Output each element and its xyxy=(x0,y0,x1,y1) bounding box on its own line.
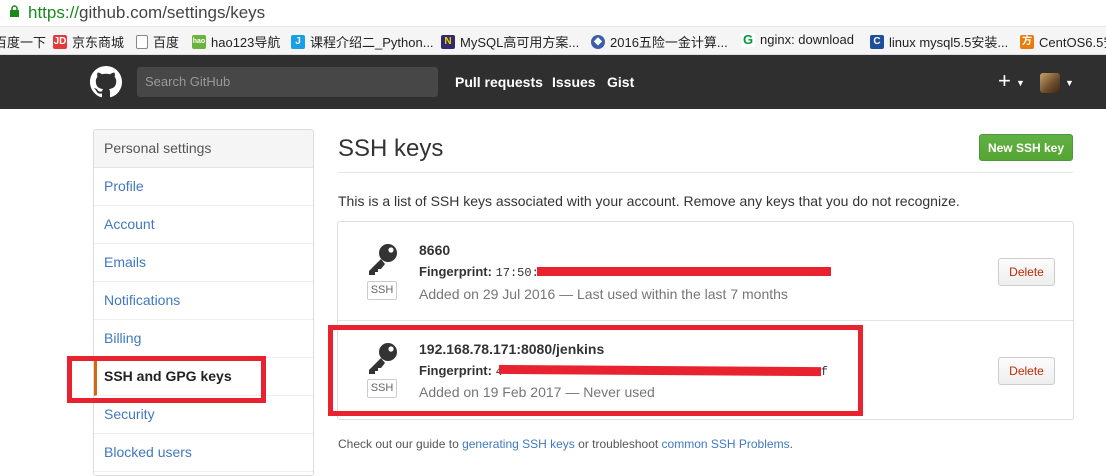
mysql-icon: N xyxy=(441,34,455,49)
key-added-info: Added on 29 Jul 2016 — Last used within … xyxy=(419,286,788,302)
annotation-highlight-box xyxy=(328,325,863,416)
generating-ssh-keys-link[interactable]: generating SSH keys xyxy=(462,437,575,451)
bookmark-item[interactable]: JD 京东商城 xyxy=(53,32,124,51)
browser-address-bar[interactable]: https://github.com/settings/keys xyxy=(0,0,1106,27)
key-fingerprint: Fingerprint: 17:50: xyxy=(419,264,539,280)
jd-icon: JD xyxy=(53,34,67,49)
nginx-icon: G xyxy=(741,31,755,47)
chevron-down-icon: ▼ xyxy=(1065,78,1074,88)
sidebar-item-account[interactable]: Account xyxy=(94,206,313,244)
bookmark-item[interactable]: ◆ 2016五险一金计算... xyxy=(591,32,728,51)
sidebar-item-emails[interactable]: Emails xyxy=(94,244,313,282)
search-input[interactable]: Search GitHub xyxy=(137,67,438,97)
course-icon: J xyxy=(291,34,305,49)
create-new-button[interactable]: + xyxy=(998,68,1011,94)
key-icon xyxy=(369,244,397,275)
bookmark-item[interactable]: 百度一下 xyxy=(0,32,46,51)
page-icon xyxy=(136,34,148,49)
sidebar-item-notifications[interactable]: Notifications xyxy=(94,282,313,320)
bookmark-item[interactable]: hao hao123导航 xyxy=(192,32,280,51)
common-ssh-problems-link[interactable]: common SSH Problems xyxy=(662,437,790,451)
divider xyxy=(338,172,1073,173)
nav-issues[interactable]: Issues xyxy=(552,74,596,90)
hao123-icon: hao xyxy=(192,34,206,49)
sidebar-item-profile[interactable]: Profile xyxy=(94,168,313,206)
lock-icon xyxy=(10,5,19,17)
url-text: https://github.com/settings/keys xyxy=(28,3,266,22)
bookmark-item[interactable]: N MySQL高可用方案... xyxy=(441,32,579,51)
delete-key-button[interactable]: Delete xyxy=(998,258,1055,286)
delete-key-button[interactable]: Delete xyxy=(998,357,1055,385)
key-title: 8660 xyxy=(419,242,451,258)
sidebar-item-billing[interactable]: Billing xyxy=(94,320,313,358)
bookmark-item[interactable]: Gnginx: download xyxy=(741,32,854,47)
sidebar-item-blocked-users[interactable]: Blocked users xyxy=(94,434,313,472)
new-ssh-key-button[interactable]: New SSH key xyxy=(979,134,1073,161)
bookmarks-bar: 百度一下 JD京东商城 百度 haohao123导航 J课程介绍二_Python… xyxy=(0,27,1106,55)
github-logo-icon[interactable] xyxy=(90,66,122,98)
chevron-down-icon: ▼ xyxy=(1016,78,1025,88)
settings-sidebar: Personal settings Profile Account Emails… xyxy=(93,129,314,476)
avatar[interactable] xyxy=(1040,73,1060,93)
centos-icon: 方 xyxy=(1020,34,1034,49)
bookmark-item[interactable]: 百度 xyxy=(136,32,179,51)
bookmark-item[interactable]: Clinux mysql5.5安装... xyxy=(870,32,1008,51)
calc-icon: ◆ xyxy=(591,34,605,49)
bookmark-item[interactable]: 方CentOS6.5安 xyxy=(1020,32,1106,51)
sidebar-heading: Personal settings xyxy=(94,130,313,168)
github-header: Search GitHub Pull requests Issues Gist … xyxy=(0,55,1106,109)
intro-text: This is a list of SSH keys associated wi… xyxy=(338,193,960,209)
cnblogs-icon: C xyxy=(870,34,884,49)
ssh-badge: SSH xyxy=(367,281,397,300)
nav-gist[interactable]: Gist xyxy=(607,74,634,90)
bookmark-item[interactable]: J 课程介绍二_Python... xyxy=(291,32,434,51)
annotation-highlight-box xyxy=(67,356,266,403)
nav-pull-requests[interactable]: Pull requests xyxy=(455,74,543,90)
redaction-bar xyxy=(537,267,831,276)
page-title: SSH keys xyxy=(338,135,444,162)
help-footer: Check out our guide to generating SSH ke… xyxy=(338,437,793,451)
